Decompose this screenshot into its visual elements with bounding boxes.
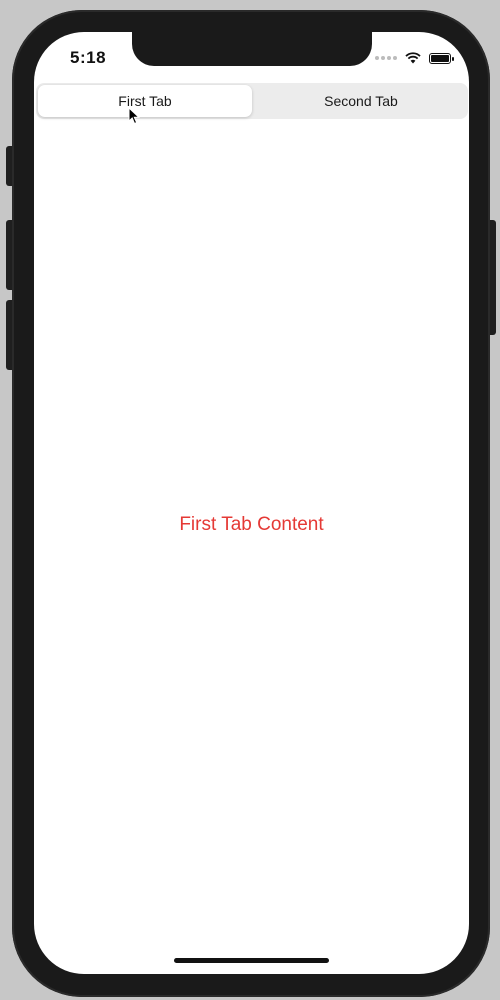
home-indicator[interactable] [174,958,329,963]
notch [132,32,372,66]
status-icons [375,52,454,64]
battery-fill [431,54,449,62]
phone-screen: 5:18 First Tab Second Tab First Tab Cont… [34,32,469,974]
signal-dots-icon [375,56,397,60]
tab-first-label: First Tab [118,93,172,109]
mouse-pointer-icon [128,107,141,125]
simulator-stage: 5:18 First Tab Second Tab First Tab Cont… [0,0,500,1000]
tab-first[interactable]: First Tab [38,85,252,117]
status-time: 5:18 [70,48,107,67]
battery-icon [429,52,454,64]
segmented-control: First Tab Second Tab [36,83,468,119]
wifi-icon [405,52,421,64]
first-tab-content-label: First Tab Content [179,514,324,535]
tab-second-label: Second Tab [324,93,398,109]
tab-second[interactable]: Second Tab [254,83,468,119]
